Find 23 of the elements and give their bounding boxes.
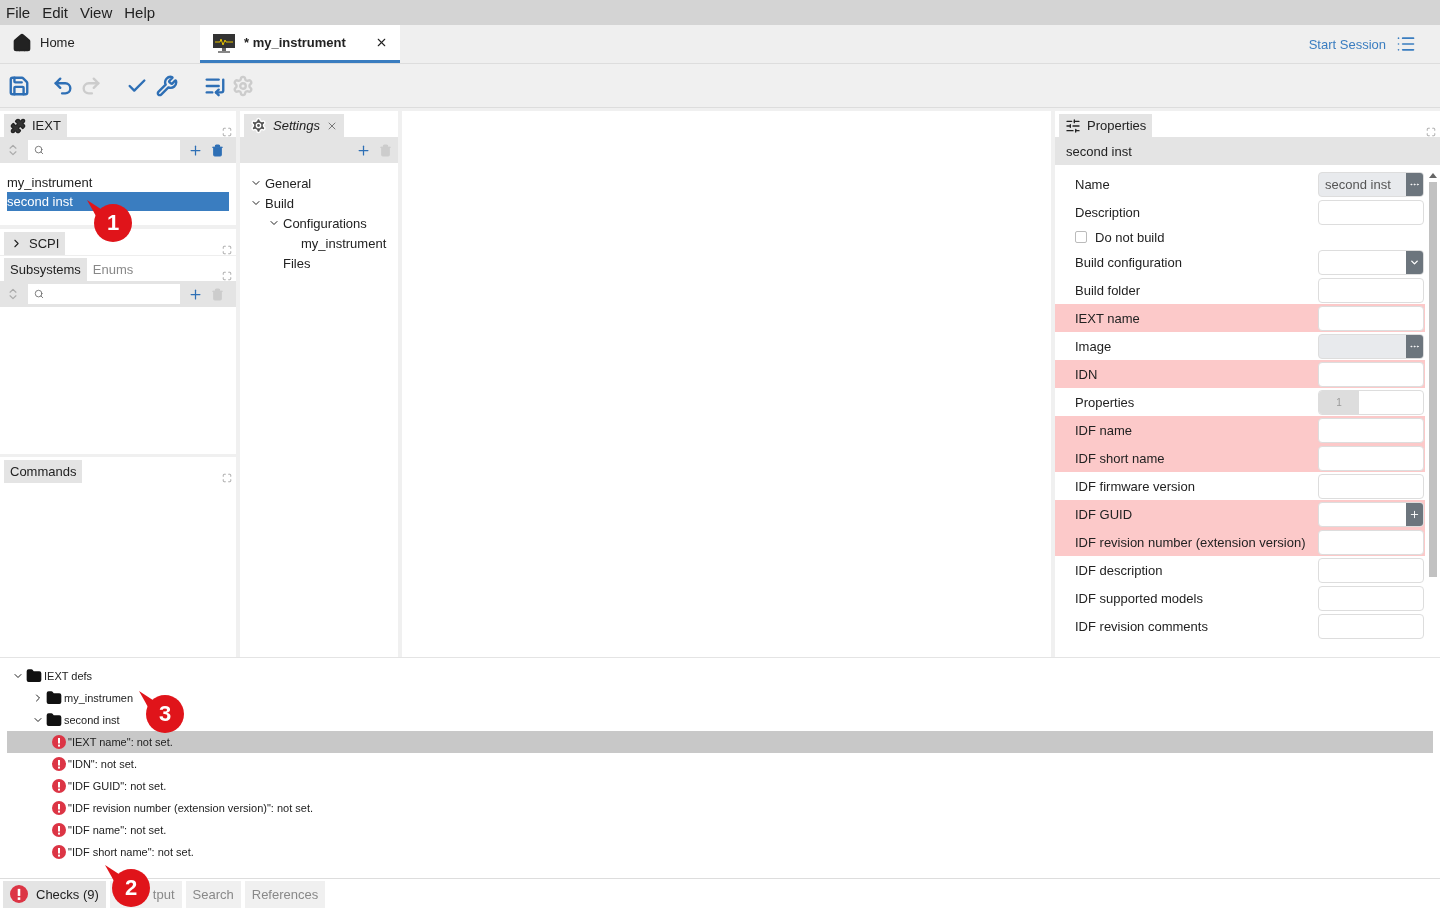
property-label: Properties [1075,394,1135,410]
property-label: Do not build [1095,229,1165,245]
callout-tooltip: 3 [137,688,185,734]
property-label: IDF revision comments [1075,618,1208,634]
property-label: IDF firmware version [1075,478,1195,494]
property-label: IDF GUID [1075,506,1133,522]
property-label: Description [1075,204,1141,220]
property-label: Name [1075,176,1110,192]
tab-title: Home [40,35,75,50]
property-label: IDF description [1075,562,1163,578]
property-label: IDF revision number (extension version) [1075,534,1306,550]
property-label: Build folder [1075,282,1141,298]
tab-title: * my_instrument [244,35,346,50]
property-label: IDN [1075,366,1098,382]
property-label: IEXT name [1075,310,1140,326]
property-label: IDF name [1075,422,1133,438]
property-label: IDF supported models [1075,590,1203,606]
property-label: IDF short name [1075,450,1165,466]
callout-tooltip: 2 [103,862,151,908]
property-label: Build configuration [1075,254,1182,270]
selection-title: second inst [1055,137,1440,165]
callout-tooltip: 1 [85,197,133,243]
property-label: Image [1075,338,1112,354]
